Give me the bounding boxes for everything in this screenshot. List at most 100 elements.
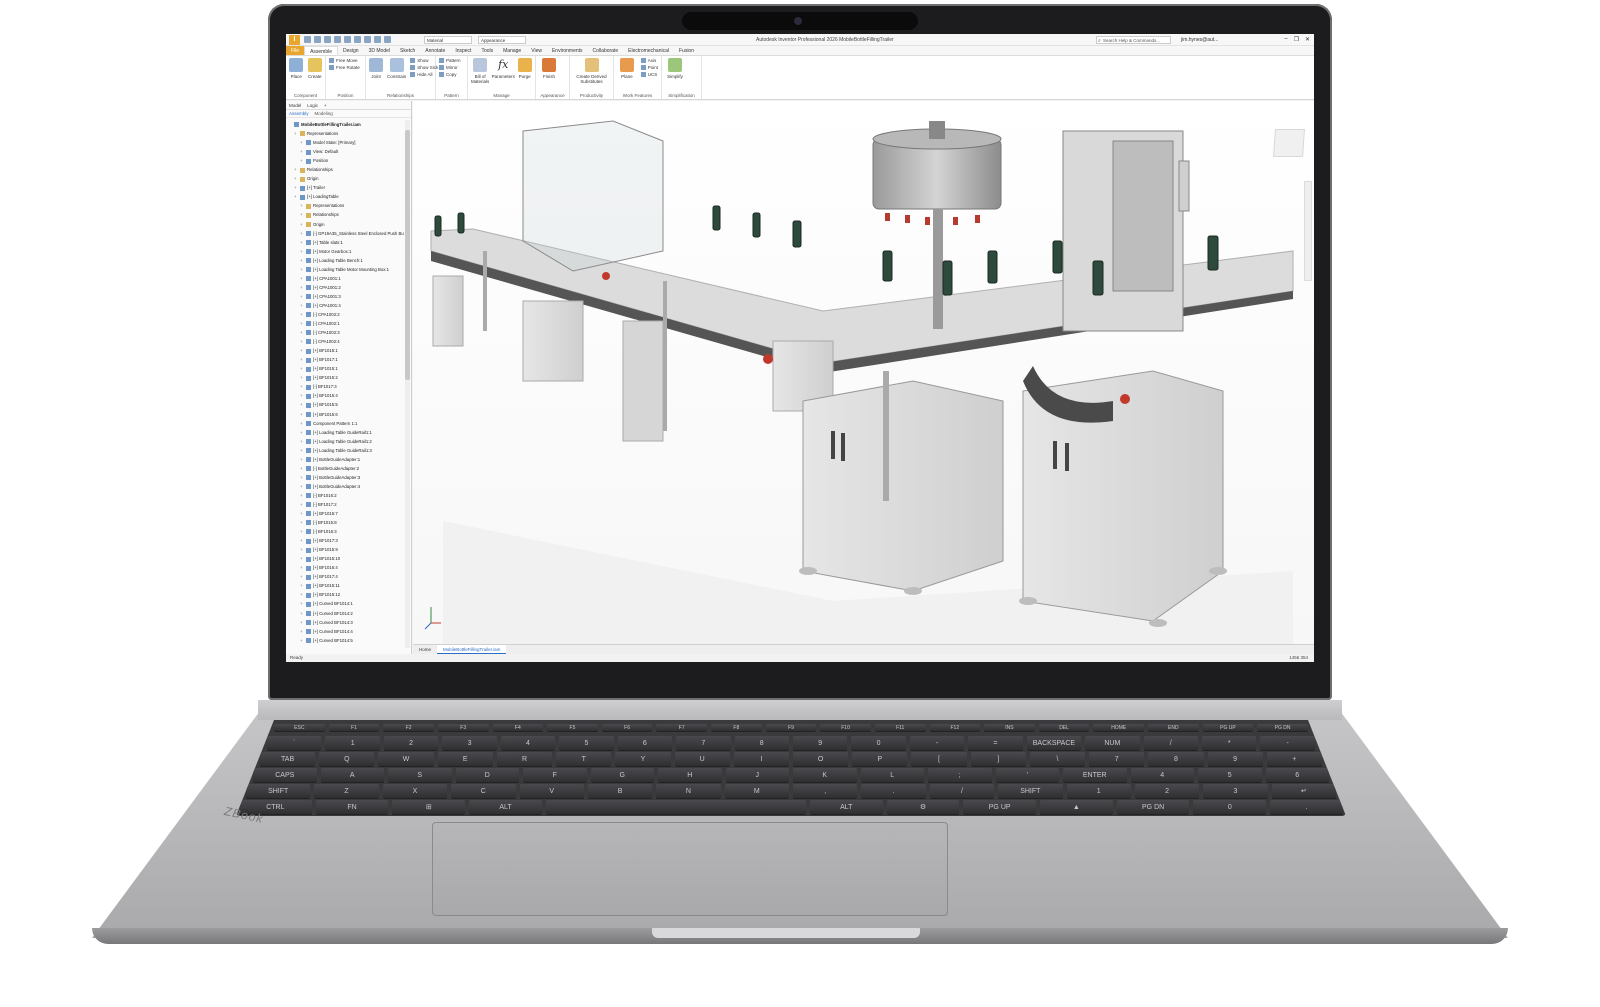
- mirror-button[interactable]: Mirror: [439, 65, 461, 70]
- select-icon[interactable]: [384, 36, 391, 43]
- expand-icon[interactable]: +: [300, 391, 305, 400]
- browser-scrollbar[interactable]: [405, 120, 410, 648]
- keyboard-key[interactable]: 4: [1130, 768, 1194, 782]
- keyboard-key[interactable]: F12: [929, 724, 981, 731]
- keyboard-key[interactable]: 5: [559, 736, 614, 750]
- hide-all-button[interactable]: Hide All: [410, 72, 438, 77]
- expand-icon[interactable]: +: [300, 364, 305, 373]
- free-move-button[interactable]: Free Move: [329, 58, 360, 63]
- keyboard-key[interactable]: 2: [383, 736, 439, 750]
- keyboard-key[interactable]: INS: [984, 724, 1035, 731]
- expand-icon[interactable]: +: [300, 599, 305, 608]
- keyboard-key[interactable]: -: [909, 736, 965, 750]
- tree-item[interactable]: + [+] BF1015:9: [286, 545, 404, 554]
- expand-icon[interactable]: +: [294, 165, 299, 174]
- close-icon[interactable]: ✕: [1305, 36, 1310, 43]
- keyboard-key[interactable]: P: [852, 752, 908, 766]
- expand-icon[interactable]: +: [300, 229, 305, 238]
- keyboard-key[interactable]: ALT: [469, 800, 542, 814]
- keyboard-key[interactable]: N: [656, 784, 721, 798]
- tree-item[interactable]: + [+] BF1015:2: [286, 373, 404, 382]
- expand-icon[interactable]: +: [300, 545, 305, 554]
- tree-item[interactable]: + View: Default: [286, 147, 404, 156]
- expand-icon[interactable]: +: [300, 355, 305, 364]
- tree-item[interactable]: + [+] Curved BF1014:3: [286, 618, 404, 627]
- keyboard-key[interactable]: E: [437, 752, 493, 766]
- tree-item[interactable]: + [+] BottleGuideAdapter:1: [286, 455, 404, 464]
- keyboard-key[interactable]: F3: [437, 724, 489, 731]
- keyboard-key[interactable]: F8: [711, 724, 762, 731]
- keyboard-key[interactable]: F10: [820, 724, 871, 731]
- expand-icon[interactable]: +: [300, 464, 305, 473]
- tab-file[interactable]: File: [286, 46, 305, 55]
- expand-icon[interactable]: +: [300, 500, 305, 509]
- tree-item[interactable]: + [-] BottleGuideAdapter:2: [286, 464, 404, 473]
- expand-icon[interactable]: +: [300, 518, 305, 527]
- tree-item[interactable]: + [+] CPA1001:3: [286, 292, 404, 301]
- tree-item[interactable]: + [+] BF1015:7: [286, 509, 404, 518]
- keyboard-key[interactable]: ': [995, 768, 1059, 782]
- keyboard-key[interactable]: +: [1266, 752, 1322, 766]
- tree-item[interactable]: + Origin: [286, 174, 404, 183]
- tab-manage[interactable]: Manage: [498, 46, 526, 55]
- keyboard-key[interactable]: 0: [1193, 800, 1267, 814]
- keyboard-key[interactable]: SHIFT: [998, 784, 1063, 798]
- tree-item[interactable]: + [-] BF1016:3: [286, 527, 404, 536]
- tree-item[interactable]: + [-] BF1017:2: [286, 500, 404, 509]
- tree-item[interactable]: + Position: [286, 156, 404, 165]
- keyboard-key[interactable]: HOME: [1093, 724, 1144, 731]
- tree-item[interactable]: + [-] CPA1002:4: [286, 337, 404, 346]
- keyboard-key[interactable]: 1: [325, 736, 380, 750]
- expand-icon[interactable]: +: [300, 509, 305, 518]
- keyboard-key[interactable]: F9: [765, 724, 817, 731]
- tree-item[interactable]: + [+] BF1015:10: [286, 554, 404, 563]
- tree-item[interactable]: + [+] BF1015:6: [286, 410, 404, 419]
- keyboard-key[interactable]: M: [724, 784, 789, 798]
- keyboard-key[interactable]: 8: [734, 736, 789, 750]
- tree-item[interactable]: + [+] Loading Table GuideRail1:1: [286, 428, 404, 437]
- tree-item[interactable]: + [+] BottleGuideAdapter:4: [286, 482, 404, 491]
- subtab-assembly[interactable]: Assembly: [289, 111, 309, 116]
- tree-item[interactable]: + [-] BF1015:8: [286, 518, 404, 527]
- expand-icon[interactable]: +: [294, 192, 299, 201]
- keyboard-key[interactable]: ⊞: [392, 800, 466, 814]
- tab-inspect[interactable]: Inspect: [450, 46, 476, 55]
- tree-item[interactable]: + [+] Loading Table GuideRail1:3: [286, 446, 404, 455]
- expand-icon[interactable]: +: [300, 590, 305, 599]
- keyboard-key[interactable]: 9: [1207, 752, 1263, 766]
- keyboard-key[interactable]: Q: [319, 752, 375, 766]
- tree-item[interactable]: + [+] Curved BF1014:1: [286, 599, 404, 608]
- expand-icon[interactable]: +: [300, 274, 305, 283]
- expand-icon[interactable]: +: [300, 201, 305, 210]
- keyboard-key[interactable]: 4: [500, 736, 556, 750]
- tree-item[interactable]: + [+] BF1015:1: [286, 364, 404, 373]
- tree-item[interactable]: + [+] CPA1001:4: [286, 301, 404, 310]
- appearance-dropdown[interactable]: Appearance: [478, 36, 526, 44]
- tree-item[interactable]: + [+] Loading Table Bench:1: [286, 256, 404, 265]
- keyboard-key[interactable]: F: [523, 768, 587, 782]
- restore-icon[interactable]: ❐: [1294, 36, 1299, 43]
- tab-tools[interactable]: Tools: [476, 46, 498, 55]
- expand-icon[interactable]: +: [294, 129, 299, 138]
- keyboard-key[interactable]: 2: [1134, 784, 1200, 798]
- keyboard-key[interactable]: [545, 800, 806, 814]
- tree-item[interactable]: + [+] CPA1001:2: [286, 283, 404, 292]
- tree-item[interactable]: + [-] CPA1002:1: [286, 319, 404, 328]
- keyboard-key[interactable]: .: [861, 784, 926, 798]
- axis-button[interactable]: Axis: [640, 58, 658, 63]
- keyboard-key[interactable]: SHIFT: [246, 784, 311, 798]
- expand-icon[interactable]: +: [300, 491, 305, 500]
- keyboard-key[interactable]: 6: [617, 736, 673, 750]
- tree-item[interactable]: + [-] BF1016:2: [286, 491, 404, 500]
- keyboard-key[interactable]: DEL: [1038, 724, 1090, 731]
- keyboard-key[interactable]: /: [1143, 736, 1198, 750]
- keyboard-key[interactable]: ⚙: [886, 800, 960, 814]
- keyboard-key[interactable]: *: [1202, 736, 1257, 750]
- expand-icon[interactable]: +: [300, 328, 305, 337]
- tree-item[interactable]: + Model State: [Primary]: [286, 138, 404, 147]
- tree-item[interactable]: + [+] BF1016:4: [286, 563, 404, 572]
- keyboard-key[interactable]: \: [1029, 752, 1086, 766]
- keyboard-key[interactable]: B: [587, 784, 653, 798]
- expand-icon[interactable]: +: [300, 572, 305, 581]
- tree-item[interactable]: + [+] BF1015:5: [286, 400, 404, 409]
